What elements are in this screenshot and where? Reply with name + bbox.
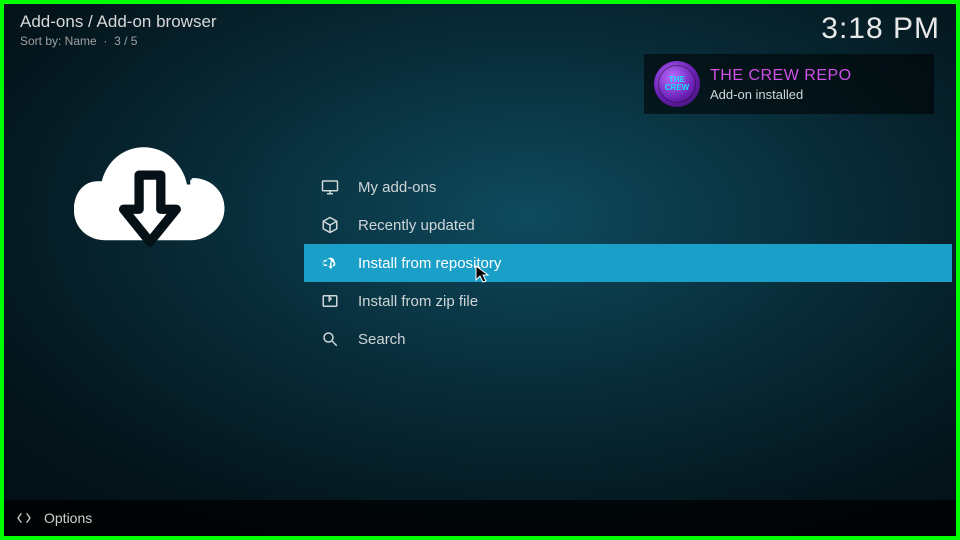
search-icon (320, 329, 340, 349)
menu-item-label: My add-ons (358, 179, 436, 196)
notification-addon-icon: THE CREW (654, 61, 700, 107)
clock: 3:18 PM (821, 12, 940, 46)
footer-bar: Options (4, 500, 956, 536)
menu-item-label: Search (358, 331, 406, 348)
breadcrumb: Add-ons / Add-on browser (20, 12, 217, 32)
options-icon[interactable] (16, 510, 32, 526)
menu-item-install-from-repository[interactable]: Install from repository (304, 244, 952, 282)
menu-item-label: Recently updated (358, 217, 475, 234)
sort-info: Sort by: Name · 3 / 5 (20, 34, 217, 48)
list-position: 3 / 5 (114, 34, 137, 48)
menu-item-install-from-zip[interactable]: Install from zip file (304, 282, 952, 320)
menu-item-label: Install from zip file (358, 293, 478, 310)
zip-icon (320, 291, 340, 311)
notification-title: THE CREW REPO (710, 67, 852, 85)
menu-item-my-addons[interactable]: My add-ons (304, 168, 952, 206)
menu-item-label: Install from repository (358, 255, 501, 272)
sort-label: Sort by: Name (20, 34, 97, 48)
menu-list: My add-ons Recently updated Install from… (304, 168, 952, 358)
menu-item-search[interactable]: Search (304, 320, 952, 358)
addon-browser-icon (74, 124, 229, 279)
sort-separator: · (100, 34, 111, 48)
monitor-icon (320, 177, 340, 197)
menu-item-recently-updated[interactable]: Recently updated (304, 206, 952, 244)
notification-subtitle: Add-on installed (710, 87, 852, 102)
cloud-download-icon (320, 253, 340, 273)
box-icon (320, 215, 340, 235)
notification-toast: THE CREW THE CREW REPO Add-on installed (644, 54, 934, 114)
options-label[interactable]: Options (44, 510, 92, 526)
